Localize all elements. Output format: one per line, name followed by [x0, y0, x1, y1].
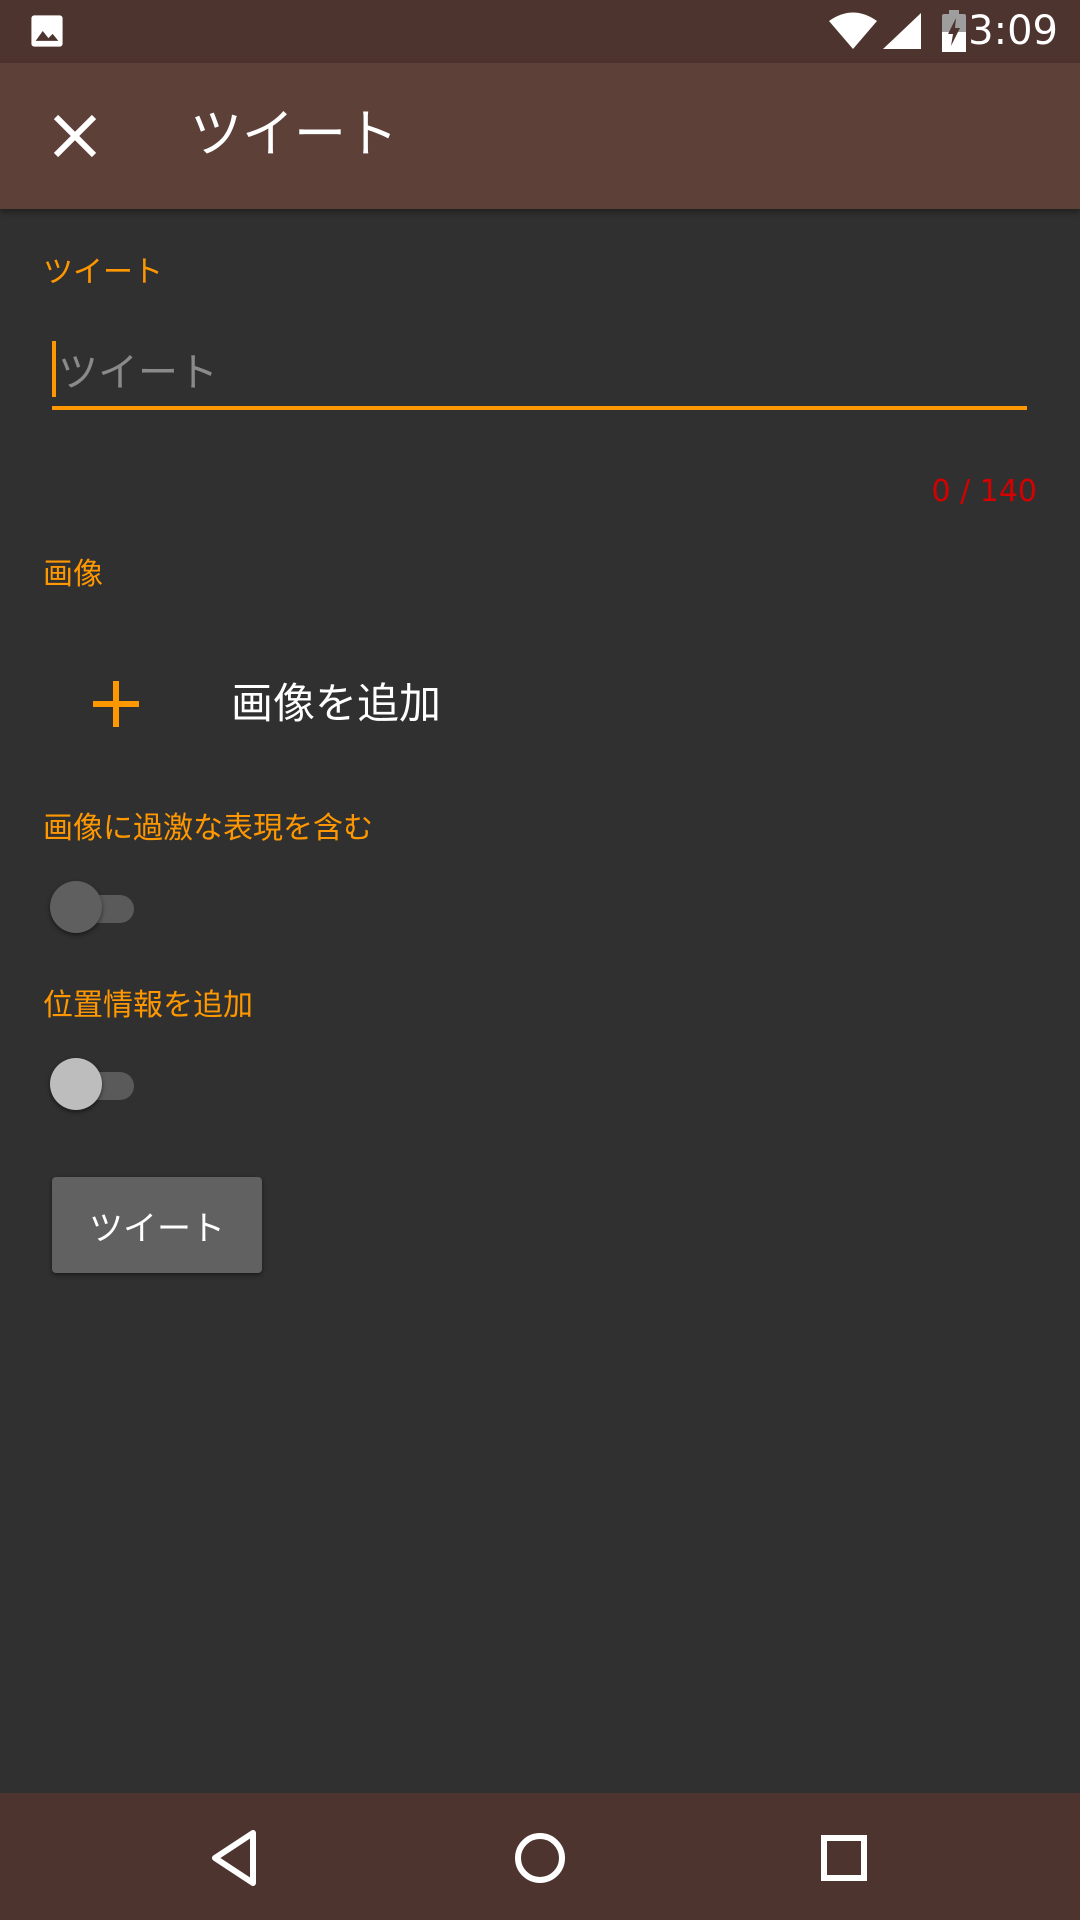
tweet-input[interactable] [52, 340, 1027, 410]
add-image-label: 画像を追加 [231, 679, 442, 728]
toggle-thumb [50, 881, 102, 933]
location-label: 位置情報を追加 [43, 988, 253, 1023]
tweet-submit-button[interactable]: ツイート [52, 1177, 262, 1273]
image-icon [31, 15, 63, 47]
close-icon [53, 114, 97, 158]
recents-icon [821, 1835, 867, 1881]
page-title: ツイート [190, 105, 399, 165]
back-button[interactable] [201, 1823, 271, 1893]
text-cursor [52, 341, 56, 397]
cellular-signal-icon [883, 13, 921, 49]
back-icon [212, 1830, 256, 1886]
home-icon [515, 1833, 565, 1883]
image-section-label: 画像 [43, 557, 103, 592]
battery-charging-icon [942, 10, 966, 52]
add-image-button[interactable]: 画像を追加 [43, 649, 1037, 759]
status-bar: 3:09 [0, 0, 1080, 63]
sensitive-content-toggle[interactable] [50, 879, 134, 935]
close-button[interactable] [34, 102, 112, 170]
toolbar: ツイート [0, 63, 1080, 209]
char-counter: 0 / 140 [931, 474, 1037, 509]
navigation-bar [0, 1793, 1080, 1920]
tweet-section-label: ツイート [43, 255, 163, 290]
toggle-thumb [50, 1058, 102, 1110]
tweet-form: ツイート 0 / 140 画像 画像を追加 画像に過激な表現を含む 位置情報を追… [0, 209, 1080, 1793]
home-button[interactable] [505, 1823, 575, 1893]
status-time: 3:09 [968, 8, 1058, 54]
wifi-icon [829, 12, 877, 49]
location-toggle[interactable] [50, 1056, 134, 1112]
plus-icon [93, 681, 139, 727]
recents-button[interactable] [809, 1823, 879, 1893]
sensitive-content-label: 画像に過激な表現を含む [43, 811, 373, 846]
